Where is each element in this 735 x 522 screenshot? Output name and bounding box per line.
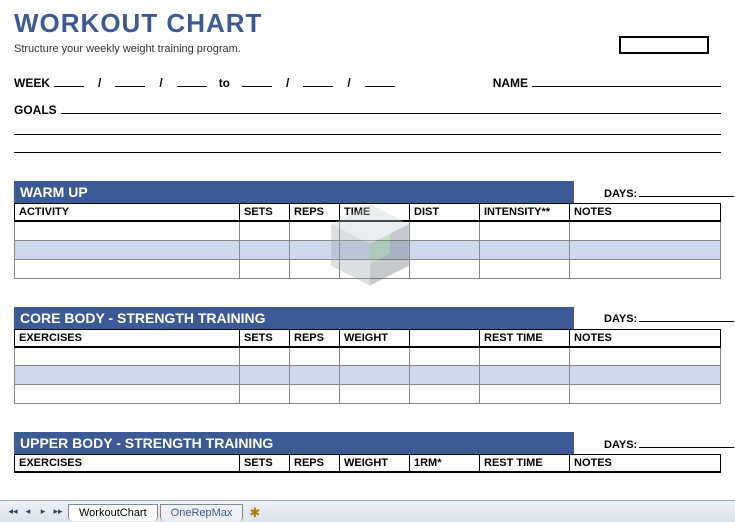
col-reps: REPS (290, 204, 340, 222)
week-to-3[interactable] (365, 73, 395, 87)
col-intensity: INTENSITY** (480, 204, 570, 222)
nav-first-icon[interactable]: ◂◂ (6, 505, 20, 519)
slash: / (347, 76, 350, 90)
col-rest-time: REST TIME (480, 329, 570, 347)
table-row[interactable] (15, 221, 721, 240)
col-sets: SETS (240, 204, 290, 222)
days-label: DAYS: (604, 188, 637, 200)
page-title: WORKOUT CHART (14, 8, 721, 39)
section-title-core: CORE BODY - STRENGTH TRAINING (14, 307, 574, 329)
section-core: CORE BODY - STRENGTH TRAINING DAYS: EXER… (14, 307, 721, 405)
table-row[interactable] (15, 347, 721, 366)
goals-field-2[interactable] (14, 119, 721, 135)
to-label: to (219, 76, 230, 90)
col-blank (410, 329, 480, 347)
col-activity: ACTIVITY (15, 204, 240, 222)
week-from-1[interactable] (54, 73, 84, 87)
goals-field-3[interactable] (14, 137, 721, 153)
week-from-2[interactable] (115, 73, 145, 87)
page-subtitle: Structure your weekly weight training pr… (14, 43, 721, 55)
table-row[interactable] (15, 385, 721, 404)
week-to-1[interactable] (242, 73, 272, 87)
table-core: EXERCISES SETS REPS WEIGHT REST TIME NOT… (14, 329, 721, 405)
table-upper: EXERCISES SETS REPS WEIGHT 1RM* REST TIM… (14, 454, 721, 473)
days-field-warmup[interactable] (639, 185, 734, 197)
slash: / (286, 76, 289, 90)
tab-workoutchart[interactable]: WorkoutChart (68, 504, 158, 521)
col-reps: REPS (290, 329, 340, 347)
days-label: DAYS: (604, 439, 637, 451)
table-row[interactable] (15, 259, 721, 278)
col-exercises: EXERCISES (15, 455, 240, 473)
week-label: WEEK (14, 76, 50, 90)
col-notes: NOTES (570, 455, 721, 473)
col-time: TIME (340, 204, 410, 222)
nav-prev-icon[interactable]: ◂ (21, 505, 35, 519)
col-notes: NOTES (570, 204, 721, 222)
nav-next-icon[interactable]: ▸ (36, 505, 50, 519)
days-field-core[interactable] (639, 310, 734, 322)
week-to-2[interactable] (303, 73, 333, 87)
table-row[interactable] (15, 366, 721, 385)
name-field[interactable] (532, 73, 721, 87)
col-notes: NOTES (570, 329, 721, 347)
col-1rm: 1RM* (410, 455, 480, 473)
slash: / (159, 76, 162, 90)
section-title-warmup: WARM UP (14, 181, 574, 203)
col-dist: DIST (410, 204, 480, 222)
slash: / (98, 76, 101, 90)
col-sets: SETS (240, 455, 290, 473)
insert-sheet-icon[interactable]: ✱ (249, 505, 260, 521)
col-weight: WEIGHT (340, 455, 410, 473)
goals-label: GOALS (14, 103, 57, 117)
days-field-upper[interactable] (639, 436, 734, 448)
col-reps: REPS (290, 455, 340, 473)
col-rest-time: REST TIME (480, 455, 570, 473)
nav-last-icon[interactable]: ▸▸ (51, 505, 65, 519)
selection-box (619, 36, 709, 54)
week-row: WEEK / / to / / NAME (14, 73, 721, 90)
col-weight: WEIGHT (340, 329, 410, 347)
table-row[interactable] (15, 240, 721, 259)
section-warmup: WARM UP DAYS: ACTIVITY SETS REPS TIME DI… (14, 181, 721, 279)
section-title-upper: UPPER BODY - STRENGTH TRAINING (14, 432, 574, 454)
table-warmup: ACTIVITY SETS REPS TIME DIST INTENSITY**… (14, 203, 721, 279)
days-label: DAYS: (604, 313, 637, 325)
sheet-tab-bar: ◂◂ ◂ ▸ ▸▸ WorkoutChart OneRepMax ✱ (0, 500, 735, 522)
section-upper: UPPER BODY - STRENGTH TRAINING DAYS: EXE… (14, 432, 721, 473)
col-sets: SETS (240, 329, 290, 347)
col-exercises: EXERCISES (15, 329, 240, 347)
week-from-3[interactable] (177, 73, 207, 87)
name-label: NAME (493, 76, 528, 90)
tab-onerepmax[interactable]: OneRepMax (160, 504, 244, 521)
goals-field-1[interactable] (61, 100, 721, 114)
